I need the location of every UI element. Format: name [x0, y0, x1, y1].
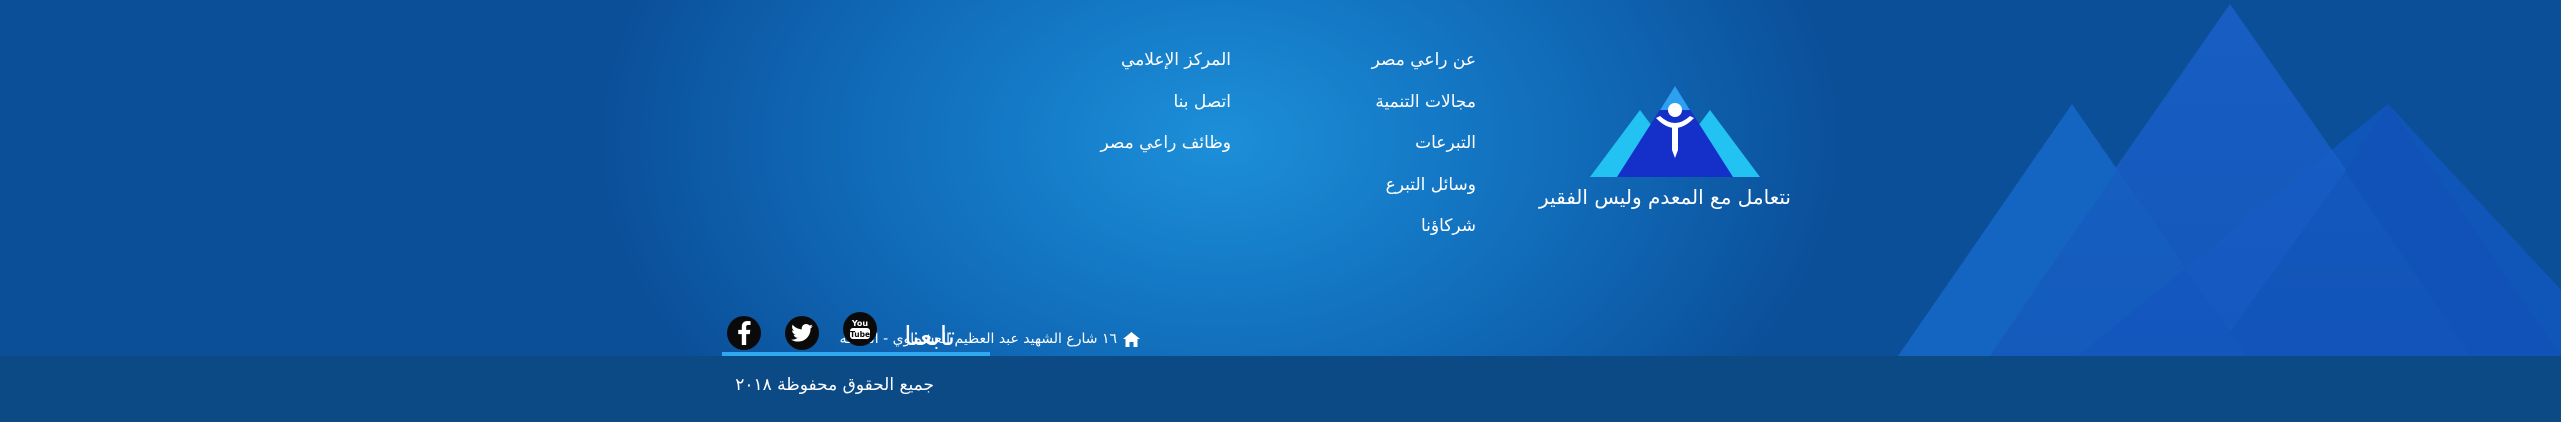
- svg-text:You: You: [851, 319, 869, 328]
- youtube-icon[interactable]: You Tube: [843, 312, 877, 346]
- footer-link-development-fields[interactable]: مجالات التنمية: [1372, 82, 1476, 124]
- svg-text:Tube: Tube: [850, 330, 870, 339]
- copyright-bar: جميع الحقوق محفوظة ٢٠١٨: [0, 356, 2561, 422]
- footer-link-media-center[interactable]: المركز الإعلامي: [1100, 40, 1231, 82]
- brand-logo[interactable]: نتعامل مع المعدم وليس الفقير: [1535, 80, 1795, 210]
- footer-link-contact[interactable]: اتصل بنا: [1100, 82, 1231, 124]
- mountain-logo-icon: [1590, 86, 1760, 177]
- footer-link-careers[interactable]: وظائف راعي مصر: [1100, 123, 1231, 165]
- twitter-icon[interactable]: [785, 316, 819, 350]
- follow-us: تابعنا You Tube: [722, 310, 990, 358]
- footer-link-partners[interactable]: شركاؤنا: [1372, 206, 1476, 248]
- brand-tagline: نتعامل مع المعدم وليس الفقير: [1539, 185, 1791, 209]
- footer-link-about[interactable]: عن راعي مصر: [1372, 40, 1476, 82]
- footer-links-primary: عن راعي مصر مجالات التنمية التبرعات وسائ…: [1372, 40, 1476, 248]
- copyright-text: جميع الحقوق محفوظة ٢٠١٨: [735, 375, 934, 395]
- footer-links-secondary: المركز الإعلامي اتصل بنا وظائف راعي مصر: [1100, 40, 1231, 165]
- facebook-icon[interactable]: [727, 316, 761, 350]
- footer-link-donation-methods[interactable]: وسائل التبرع: [1372, 165, 1476, 207]
- follow-title: تابعنا: [904, 322, 955, 352]
- background-mountains: [1898, 4, 2561, 356]
- site-footer: نتعامل مع المعدم وليس الفقير عن راعي مصر…: [0, 0, 2561, 422]
- footer-link-donations[interactable]: التبرعات: [1372, 123, 1476, 165]
- home-icon: [1123, 331, 1140, 347]
